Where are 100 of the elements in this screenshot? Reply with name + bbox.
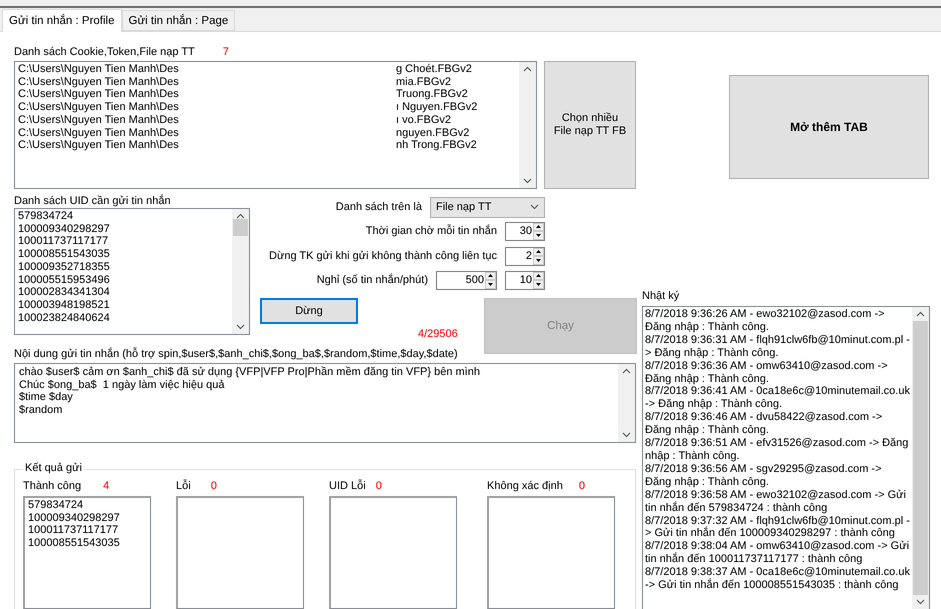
list-label: Danh sách UID cần gửi tin nhắn bbox=[14, 194, 171, 206]
log-entry: 8/7/2018 9:37:32 AM - flqh91clw6fb@10minut.com.pl -> Gửi tin nhắn đến 100009340298297 : thành công bbox=[645, 514, 910, 540]
choose-files-button[interactable]: Chọn nhiều File nạp TT FB bbox=[544, 61, 636, 189]
count-text: 7 bbox=[222, 46, 229, 58]
tab[interactable]: Gửi tin nhắn : Profile bbox=[2, 9, 122, 32]
result-label: UID Lỗi bbox=[329, 480, 366, 492]
spin-up-button[interactable] bbox=[533, 248, 544, 256]
number-spinner[interactable]: 500 bbox=[436, 270, 497, 290]
list-item[interactable]: 100002834341304 bbox=[18, 286, 229, 299]
log-entry: 8/7/2018 9:36:51 AM - efv31526@zasod.com -> Đăng nhập : Thành công. bbox=[645, 437, 910, 463]
list-item[interactable]: 579834724 bbox=[18, 210, 229, 223]
result-listbox[interactable]: 579834724 100009340298297 100011737117177 100008551543035 bbox=[23, 496, 151, 609]
log-entry: 8/7/2018 9:36:36 AM - omw63410@zasod.com -> Đăng nhập : Thành công. bbox=[645, 360, 889, 386]
vertical-scrollbar[interactable] bbox=[232, 209, 249, 334]
spin-up-button[interactable] bbox=[533, 272, 544, 280]
list-item[interactable]: 100011737117177 bbox=[18, 235, 229, 248]
log-entry: 8/7/2018 9:36:58 AM - ewo32102@zasod.com -> Gửi tin nhắn đến 579834724 : thành công bbox=[645, 488, 907, 514]
log-entry: 8/7/2018 9:38:37 AM - 0ca18e6c@10minutemail.co.uk -> Gửi tin nhắn đến 100008551543035 : thành công bbox=[645, 566, 910, 592]
file-name-text: Truong.FBGv2 bbox=[396, 88, 469, 102]
message-label: Nội dung gửi tin nhắn (hỗ trợ spin,$user$,$anh_chi$,$ong_ba$,$random,$time,$day,$date) bbox=[14, 348, 458, 360]
scroll-up-icon[interactable] bbox=[523, 66, 532, 72]
file-path-text: C:\Users\Nguyen Tien Manh\Des bbox=[18, 63, 180, 76]
stop-button[interactable]: Dừng bbox=[260, 298, 358, 324]
scrollbar-thumb[interactable] bbox=[233, 219, 248, 236]
uid-listbox[interactable]: 579834724 100009340298297 100011737117177 100008551543035 100009352718355 100005515953496 100002834341304 100003948198521 100023824840624 bbox=[14, 208, 250, 335]
spin-down-button[interactable] bbox=[485, 280, 496, 288]
number-spinner[interactable]: 10 bbox=[505, 270, 545, 290]
file-name-text: g Choét.FBGv2 bbox=[396, 63, 473, 76]
list-item[interactable]: 100008551543035 bbox=[18, 248, 229, 261]
count-text: 4 bbox=[103, 480, 110, 492]
open-tab-button[interactable]: Mở thêm TAB bbox=[729, 75, 929, 179]
vertical-scrollbar[interactable] bbox=[618, 364, 635, 442]
list-item[interactable]: 100005515953496 bbox=[18, 274, 229, 286]
number-spinner[interactable]: 2 bbox=[505, 246, 545, 266]
log-entry: 8/7/2018 9:36:26 AM - ewo32102@zasod.com -> Đăng nhập : Thành công. bbox=[645, 308, 886, 334]
log-entry: 8/7/2018 9:36:41 AM - 0ca18e6c@10minutemail.co.uk -> Đăng nhập : Thành công. bbox=[645, 385, 910, 412]
file-path-text: C:\Users\Nguyen Tien Manh\Des bbox=[18, 101, 180, 114]
vertical-scrollbar[interactable] bbox=[519, 62, 536, 188]
file-name-text: ı Nguyen.FBGv2 bbox=[396, 101, 478, 114]
down-arrow-icon bbox=[536, 234, 541, 237]
scroll-down-icon[interactable] bbox=[236, 324, 245, 330]
log-entry: 8/7/2018 9:36:31 AM - flqh91clw6fb@10minut.com.pl -> Đăng nhập : Thành công. bbox=[645, 334, 910, 360]
file-path-text: C:\Users\Nguyen Tien Manh\Des bbox=[18, 88, 180, 102]
scroll-up-icon[interactable] bbox=[916, 311, 925, 317]
count-text: 0 bbox=[210, 480, 217, 492]
file-name-text: ı vo.FBGv2 bbox=[396, 114, 452, 127]
list-item[interactable]: 100008551543035 bbox=[28, 537, 147, 550]
log-entry: 8/7/2018 9:36:46 AM - dvu58422@zasod.com -> Đăng nhập : Thành công. bbox=[645, 411, 884, 438]
list-label: Danh sách Cookie,Token,File nạp TT bbox=[14, 46, 195, 58]
scroll-up-icon[interactable] bbox=[622, 368, 631, 374]
count-text: 0 bbox=[376, 480, 382, 492]
log-entry: 8/7/2018 9:38:04 AM - omw63410@zasod.com -> Gửi tin nhắn đến 100011737117177 : thành công bbox=[645, 540, 910, 566]
result-label: Thành công bbox=[23, 480, 82, 492]
tab[interactable]: Gửi tin nhắn : Page bbox=[122, 10, 236, 31]
scroll-up-icon[interactable] bbox=[236, 213, 245, 219]
scrollbar-thumb[interactable] bbox=[913, 321, 928, 595]
result-listbox[interactable] bbox=[487, 496, 615, 609]
list-item[interactable]: 100009352718355 bbox=[18, 260, 229, 274]
log-listbox[interactable] bbox=[642, 306, 930, 609]
up-arrow-icon bbox=[536, 250, 541, 254]
file-name-text: mia.FBGv2 bbox=[396, 76, 452, 88]
log-entry: 8/7/2018 9:36:56 AM - sgv29295@zasod.com -> Đăng nhập : Thành công. bbox=[645, 462, 883, 489]
up-arrow-icon bbox=[536, 274, 541, 278]
file-name-text: nguyen.FBGv2 bbox=[396, 126, 470, 140]
down-arrow-icon bbox=[488, 282, 493, 286]
progress-count: 4/29506 bbox=[418, 328, 459, 340]
file-path-text: C:\Users\Nguyen Tien Manh\Des bbox=[18, 139, 180, 152]
spin-down-button[interactable] bbox=[533, 256, 544, 264]
setting-label: Dừng TK gửi khi gửi không thành công liên tục bbox=[269, 250, 497, 262]
list-type-dropdown[interactable]: File nạp TT bbox=[430, 196, 545, 218]
result-listbox[interactable] bbox=[329, 496, 457, 609]
file-path-text: C:\Users\Nguyen Tien Manh\Des bbox=[18, 76, 180, 88]
log-label: Nhật ký bbox=[642, 290, 680, 302]
scroll-down-icon[interactable] bbox=[916, 599, 925, 605]
group-title: Kết quả gửi bbox=[23, 462, 84, 474]
scroll-down-icon[interactable] bbox=[523, 178, 532, 184]
result-listbox[interactable] bbox=[176, 496, 304, 609]
vertical-scrollbar[interactable] bbox=[912, 307, 929, 609]
spin-down-button[interactable] bbox=[533, 231, 544, 240]
list-item[interactable]: 100011737117177 bbox=[28, 524, 147, 538]
result-label: Lỗi bbox=[176, 480, 191, 492]
file-path-text: C:\Users\Nguyen Tien Manh\Des bbox=[18, 114, 180, 127]
list-item[interactable]: 100009340298297 bbox=[18, 222, 229, 236]
scroll-down-icon[interactable] bbox=[622, 432, 631, 438]
dropdown-caret-icon[interactable] bbox=[530, 204, 539, 210]
file-listbox[interactable] bbox=[14, 61, 537, 189]
spin-up-button[interactable] bbox=[485, 272, 496, 280]
list-item[interactable]: 100009340298297 bbox=[28, 512, 147, 524]
list-item[interactable]: 100003948198521 bbox=[18, 298, 229, 312]
list-item[interactable]: 100023824840624 bbox=[18, 312, 229, 324]
spin-down-button[interactable] bbox=[533, 280, 544, 288]
list-item[interactable]: 579834724 bbox=[28, 499, 147, 512]
number-spinner[interactable]: 30 bbox=[505, 222, 545, 240]
up-arrow-icon bbox=[536, 225, 541, 228]
down-arrow-icon bbox=[536, 282, 541, 286]
file-name-text: nh Trong.FBGv2 bbox=[396, 139, 478, 152]
setting-label: Danh sách trên là bbox=[336, 201, 422, 213]
spin-up-button[interactable] bbox=[533, 222, 544, 231]
setting-label: Thời gian chờ mỗi tin nhắn bbox=[366, 225, 497, 237]
down-arrow-icon bbox=[536, 258, 541, 262]
